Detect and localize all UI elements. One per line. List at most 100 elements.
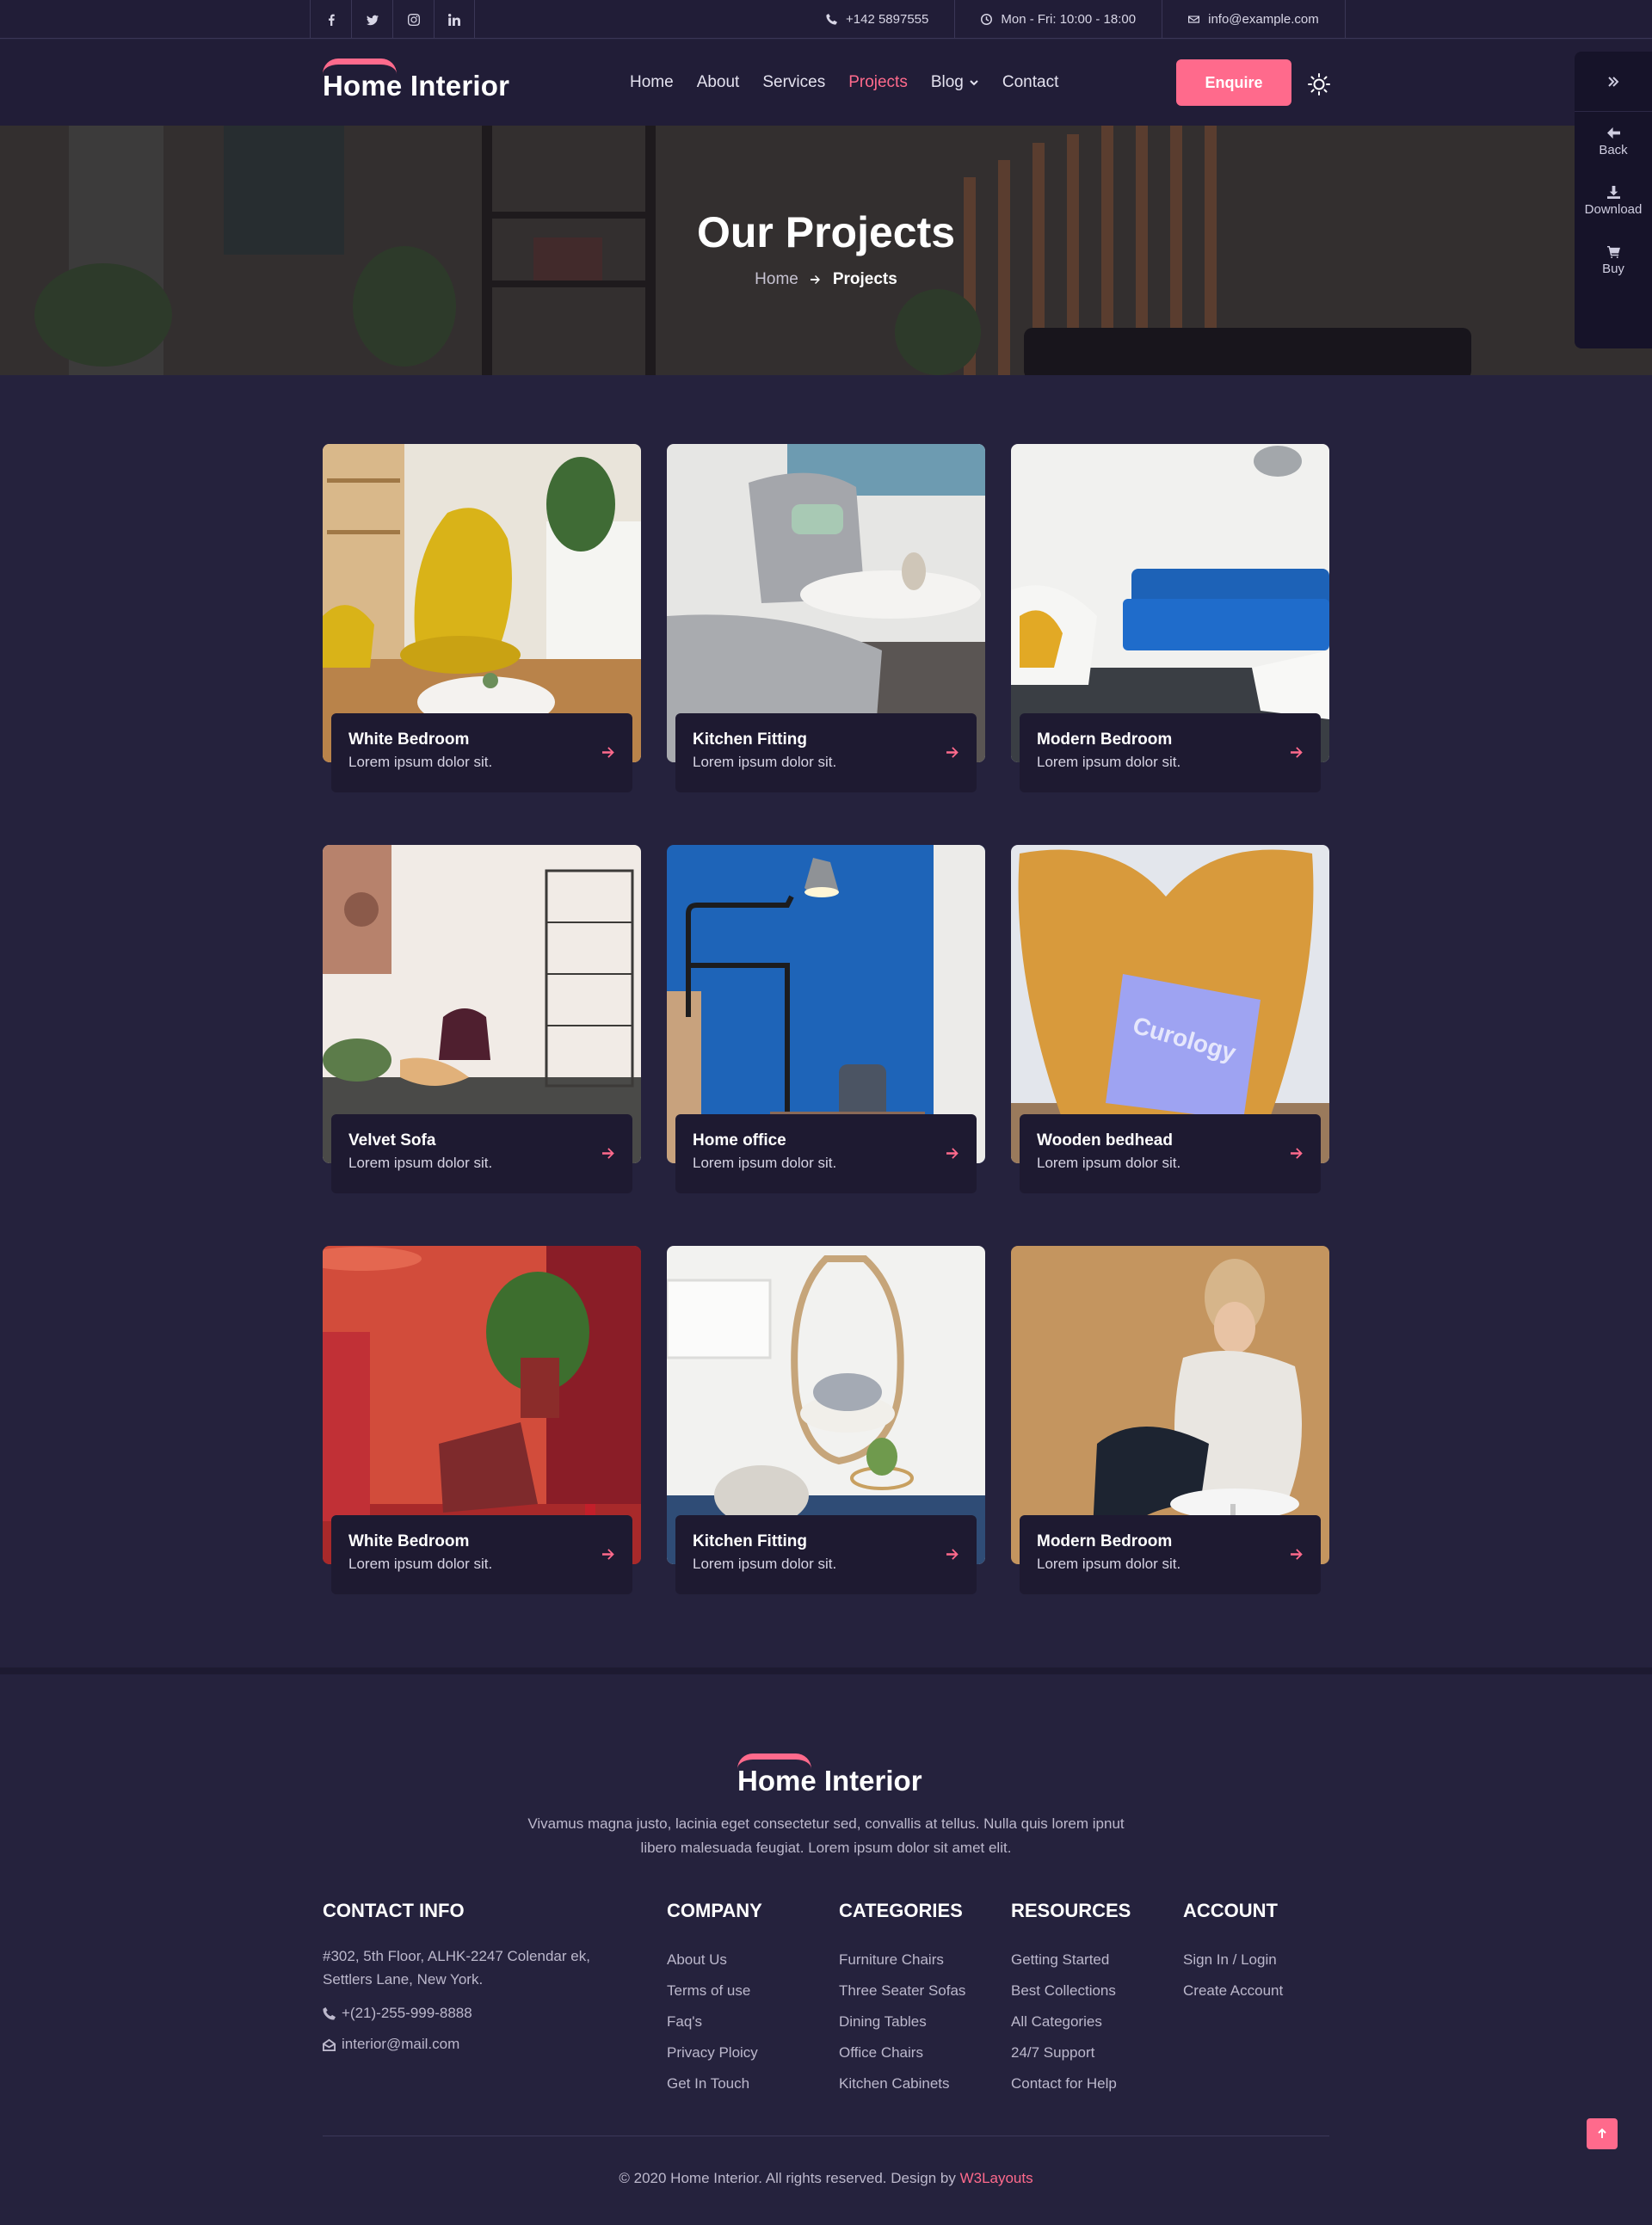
footer-company-column: COMPANY About Us Terms of use Faq's Priv… [667, 1900, 762, 2099]
project-caption: Kitchen Fitting Lorem ipsum dolor sit. [675, 713, 977, 792]
project-caption: White Bedroom Lorem ipsum dolor sit. [331, 1515, 632, 1594]
enquire-button[interactable]: Enquire [1176, 59, 1291, 106]
topbar-email[interactable]: info@example.com [1162, 0, 1346, 39]
footer-link-sign-in[interactable]: Sign In / Login [1183, 1945, 1283, 1975]
side-panel-toggle[interactable] [1575, 52, 1652, 112]
topbar-email-text: info@example.com [1208, 12, 1319, 27]
footer-link-getting-started[interactable]: Getting Started [1011, 1945, 1131, 1975]
footer-link-three-seater-sofas[interactable]: Three Seater Sofas [839, 1975, 965, 2006]
arrow-right-icon[interactable] [602, 1147, 615, 1160]
project-card[interactable]: Modern Bedroom Lorem ipsum dolor sit. [1011, 1246, 1329, 1594]
arrow-right-icon[interactable] [946, 746, 959, 759]
arrow-right-icon[interactable] [946, 1147, 959, 1160]
footer-link-faqs[interactable]: Faq's [667, 2006, 762, 2037]
project-card[interactable]: Kitchen Fitting Lorem ipsum dolor sit. [667, 444, 985, 792]
arrow-right-icon[interactable] [1291, 1548, 1304, 1561]
arrow-up-icon [1598, 2128, 1606, 2138]
project-card[interactable]: Home office Lorem ipsum dolor sit. [667, 845, 985, 1193]
topbar-phone-text: +142 5897555 [846, 12, 929, 27]
project-title: Modern Bedroom [1037, 730, 1173, 749]
footer-heading: CONTACT INFO [323, 1900, 465, 1921]
project-caption: Kitchen Fitting Lorem ipsum dolor sit. [675, 1515, 977, 1594]
facebook-icon[interactable] [310, 0, 351, 39]
side-panel: Back Download Buy [1575, 52, 1652, 348]
instagram-icon[interactable] [392, 0, 434, 39]
footer-logo-text: Home Interior [737, 1765, 922, 1797]
footer-logo[interactable]: Home Interior [737, 1753, 927, 1805]
project-card[interactable]: Kitchen Fitting Lorem ipsum dolor sit. [667, 1246, 985, 1594]
phone-icon [826, 14, 837, 25]
social-links [310, 0, 475, 39]
twitter-icon[interactable] [351, 0, 392, 39]
site-footer: Home Interior Vivamus magna justo, lacin… [0, 1667, 1652, 2225]
arrow-right-icon[interactable] [946, 1548, 959, 1561]
footer-link-get-in-touch[interactable]: Get In Touch [667, 2068, 762, 2099]
project-description: Lorem ipsum dolor sit. [1037, 754, 1181, 770]
project-caption: Modern Bedroom Lorem ipsum dolor sit. [1020, 713, 1321, 792]
scroll-to-top-button[interactable] [1587, 2118, 1618, 2149]
project-description: Lorem ipsum dolor sit. [1037, 1155, 1181, 1171]
copyright: © 2020 Home Interior. All rights reserve… [0, 2170, 1652, 2187]
project-card[interactable]: White Bedroom Lorem ipsum dolor sit. [323, 1246, 641, 1594]
footer-heading: COMPANY [667, 1900, 762, 1921]
project-caption: Modern Bedroom Lorem ipsum dolor sit. [1020, 1515, 1321, 1594]
project-title: Kitchen Fitting [693, 730, 807, 749]
project-description: Lorem ipsum dolor sit. [693, 754, 837, 770]
nav-projects[interactable]: Projects [848, 73, 908, 92]
footer-categories-column: CATEGORIES Furniture Chairs Three Seater… [839, 1900, 965, 2099]
project-title: Velvet Sofa [348, 1131, 436, 1149]
project-title: White Bedroom [348, 730, 470, 749]
clock-icon [981, 14, 993, 25]
side-download[interactable]: Download [1575, 171, 1652, 231]
project-description: Lorem ipsum dolor sit. [348, 754, 493, 770]
side-back[interactable]: Back [1575, 112, 1652, 171]
sun-icon[interactable] [1307, 72, 1331, 96]
footer-phone[interactable]: +(21)-255-999-8888 [323, 1998, 615, 2029]
page-title: Our Projects [696, 208, 956, 256]
footer-link-furniture-chairs[interactable]: Furniture Chairs [839, 1945, 965, 1975]
project-card[interactable]: Velvet Sofa Lorem ipsum dolor sit. [323, 845, 641, 1193]
footer-link-create-account[interactable]: Create Account [1183, 1975, 1283, 2006]
footer-link-privacy[interactable]: Privacy Ploicy [667, 2037, 762, 2068]
nav-about[interactable]: About [697, 73, 740, 92]
footer-link-about-us[interactable]: About Us [667, 1945, 762, 1975]
footer-email[interactable]: interior@mail.com [323, 2029, 615, 2060]
project-description: Lorem ipsum dolor sit. [1037, 1556, 1181, 1572]
project-card[interactable]: Curology Wooden bedhead Lorem ipsum dolo… [1011, 845, 1329, 1193]
project-caption: White Bedroom Lorem ipsum dolor sit. [331, 713, 632, 792]
breadcrumb-home[interactable]: Home [755, 270, 798, 289]
project-card[interactable]: Modern Bedroom Lorem ipsum dolor sit. [1011, 444, 1329, 792]
project-card[interactable]: White Bedroom Lorem ipsum dolor sit. [323, 444, 641, 792]
linkedin-icon[interactable] [434, 0, 475, 39]
footer-phone-text: +(21)-255-999-8888 [342, 2005, 472, 2021]
footer-link-best-collections[interactable]: Best Collections [1011, 1975, 1131, 2006]
arrow-right-icon[interactable] [1291, 746, 1304, 759]
nav-services[interactable]: Services [762, 73, 825, 92]
nav-blog[interactable]: Blog [931, 73, 979, 92]
phone-icon [323, 2006, 336, 2020]
project-title: Modern Bedroom [1037, 1532, 1173, 1550]
double-chevron-right-icon [1608, 76, 1619, 87]
footer-contact-column: CONTACT INFO #302, 5th Floor, ALHK-2247 … [323, 1900, 615, 2060]
arrow-right-icon[interactable] [602, 746, 615, 759]
project-title: White Bedroom [348, 1532, 470, 1550]
nav-home[interactable]: Home [630, 73, 674, 92]
project-title: Wooden bedhead [1037, 1131, 1173, 1149]
footer-link-dining-tables[interactable]: Dining Tables [839, 2006, 965, 2037]
site-logo[interactable]: Home Interior [323, 59, 512, 110]
footer-link-contact-help[interactable]: Contact for Help [1011, 2068, 1131, 2099]
side-buy[interactable]: Buy [1575, 231, 1652, 290]
arrow-left-icon [1606, 126, 1620, 139]
arrow-right-icon[interactable] [1291, 1147, 1304, 1160]
footer-link-support[interactable]: 24/7 Support [1011, 2037, 1131, 2068]
footer-link-office-chairs[interactable]: Office Chairs [839, 2037, 965, 2068]
side-download-label: Download [1584, 201, 1643, 217]
nav-contact[interactable]: Contact [1002, 73, 1058, 92]
footer-link-terms[interactable]: Terms of use [667, 1975, 762, 2006]
footer-link-kitchen-cabinets[interactable]: Kitchen Cabinets [839, 2068, 965, 2099]
footer-link-all-categories[interactable]: All Categories [1011, 2006, 1131, 2037]
topbar-phone[interactable]: +142 5897555 [800, 0, 954, 39]
footer-account-column: ACCOUNT Sign In / Login Create Account [1183, 1900, 1283, 2006]
arrow-right-icon[interactable] [602, 1548, 615, 1561]
designer-link[interactable]: W3Layouts [960, 2170, 1033, 2186]
